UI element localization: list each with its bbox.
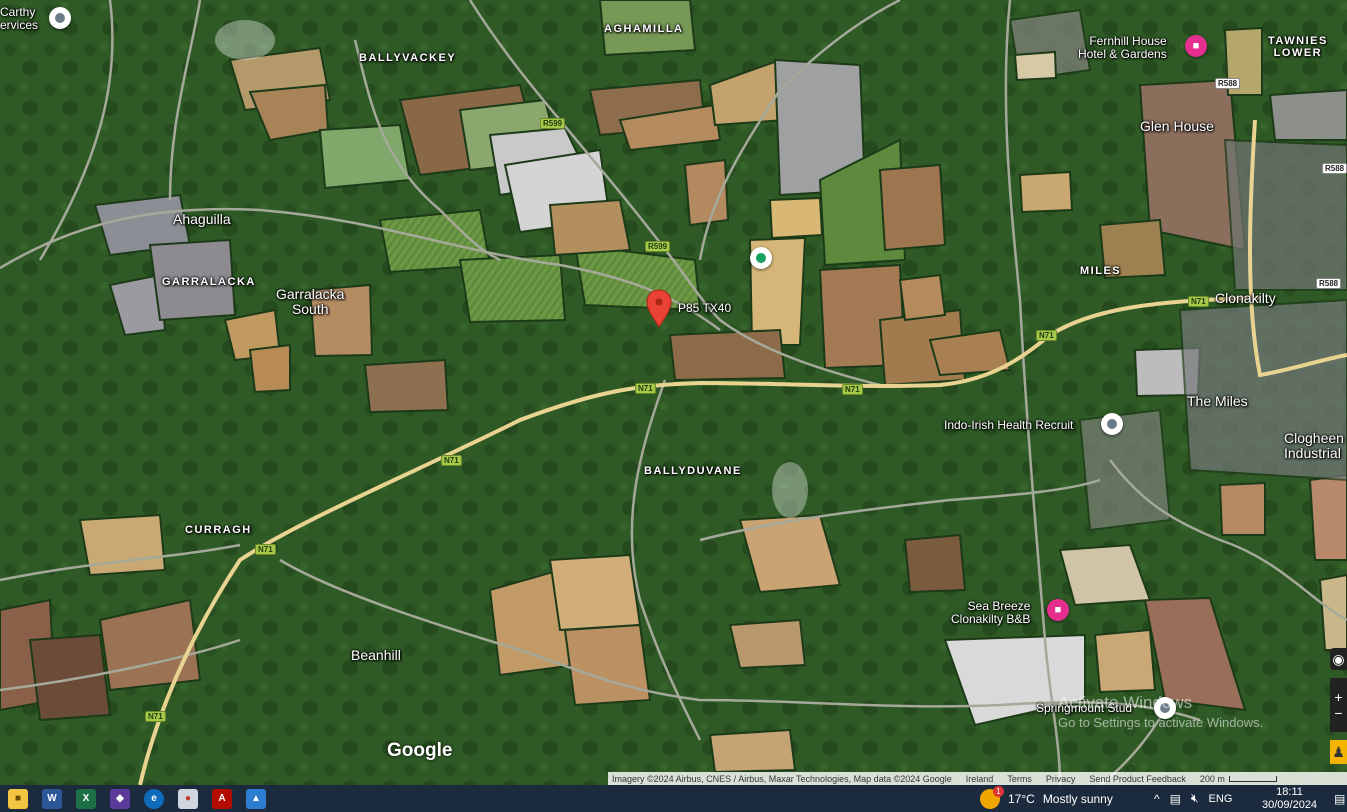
feedback-link[interactable]: Send Product Feedback: [1089, 774, 1186, 784]
region-link[interactable]: Ireland: [966, 774, 994, 784]
poi-label-indo-irish[interactable]: Indo-Irish Health Recruit: [944, 419, 1073, 432]
zoom-controls[interactable]: + −: [1330, 678, 1347, 732]
road-shield: N71: [441, 455, 462, 466]
network-icon[interactable]: ▤: [1170, 792, 1181, 806]
weather-temp: 17°C: [1008, 791, 1035, 806]
hotel-icon[interactable]: ■: [1047, 599, 1069, 621]
road-shield: R588: [1316, 278, 1342, 289]
poi-label-sea-breeze[interactable]: Sea Breeze Clonakilty B&B: [951, 600, 1030, 625]
road-shield: R599: [540, 118, 566, 129]
town-label-glen-house: Glen House: [1140, 118, 1214, 134]
clock-time: 18:11: [1276, 785, 1303, 798]
volume-muted-icon[interactable]: 🔇︎: [1191, 791, 1199, 806]
system-tray[interactable]: ^ ▤ 🔇︎ ENG: [1154, 785, 1232, 812]
road-shield: N71: [1036, 330, 1057, 341]
map-attribution-bar: Imagery ©2024 Airbus, CNES / Airbus, Max…: [608, 772, 1347, 785]
pin-label[interactable]: P85 TX40: [678, 302, 731, 315]
activate-windows-watermark: Activate Windows Go to Settings to activ…: [1058, 693, 1263, 733]
road-shield: N71: [842, 384, 863, 395]
poi-label-carthy-services: Carthy ervices: [0, 5, 39, 32]
chevron-up-icon[interactable]: ^: [1154, 792, 1160, 806]
area-label-tawnies-lower: TAWNIES LOWER: [1268, 35, 1328, 59]
notifications-icon[interactable]: ▤: [1334, 785, 1345, 812]
hotel-icon[interactable]: ■: [1185, 35, 1207, 57]
excel-icon[interactable]: X: [76, 788, 96, 809]
road-shield: R599: [645, 241, 671, 252]
area-label-ballyduvane: BALLYDUVANE: [644, 465, 742, 477]
place-marker-icon[interactable]: [1101, 413, 1123, 435]
zoom-out-icon[interactable]: −: [1334, 705, 1342, 721]
scale-bar: [1228, 775, 1277, 782]
word-icon[interactable]: W: [42, 788, 62, 809]
area-label-aghamilla: AGHAMILLA: [604, 23, 684, 35]
area-label-ballyvackey: BALLYVACKEY: [359, 52, 457, 64]
town-label-clogheen-industrial: Clogheen Industrial: [1284, 430, 1344, 461]
clock-date: 30/09/2024: [1262, 798, 1318, 811]
town-label-the-miles: The Miles: [1187, 393, 1248, 409]
photos-icon[interactable]: ▲: [246, 788, 266, 809]
area-label-garralacka: GARRALACKA: [162, 276, 256, 288]
area-label-curragh: CURRAGH: [185, 524, 252, 536]
clock[interactable]: 18:11 30/09/2024: [1262, 785, 1317, 812]
area-label-miles: MILES: [1080, 265, 1122, 277]
visual-studio-icon[interactable]: ◆: [110, 788, 130, 809]
paint-icon[interactable]: ●: [178, 788, 198, 809]
road-shield: N71: [145, 711, 166, 722]
windows-taskbar: ■ W X ◆ e ● A ▲ 1 17°C Mostly sunny ^ ▤ …: [0, 785, 1347, 812]
poi-label-fernhill-house[interactable]: Fernhill House Hotel & Gardens: [1078, 35, 1167, 60]
town-label-clonakilty: Clonakilty: [1215, 290, 1276, 306]
weather-widget[interactable]: 1 17°C Mostly sunny: [980, 785, 1113, 812]
watermark-subtitle: Go to Settings to activate Windows.: [1058, 715, 1264, 730]
notification-badge: 1: [993, 785, 1004, 797]
terms-link[interactable]: Terms: [1007, 774, 1032, 784]
layers-icon[interactable]: ◉: [1330, 648, 1347, 670]
place-marker-icon[interactable]: [49, 7, 71, 29]
privacy-link[interactable]: Privacy: [1046, 774, 1076, 784]
sun-icon: 1: [980, 785, 1004, 809]
edge-icon[interactable]: e: [144, 788, 164, 809]
road-shield: N71: [635, 383, 656, 394]
acrobat-icon[interactable]: A: [212, 788, 232, 809]
scale-label[interactable]: 200 m: [1200, 774, 1225, 784]
road-shield: N71: [1188, 296, 1209, 307]
satellite-map[interactable]: AGHAMILLA BALLYVACKEY GARRALACKA MILES B…: [0, 0, 1347, 785]
road-shield: N71: [255, 544, 276, 555]
google-logo: Google: [387, 740, 453, 761]
town-label-beanhill: Beanhill: [351, 647, 401, 663]
town-label-garralacka-south: Garralacka South: [276, 286, 345, 317]
file-explorer-icon[interactable]: ■: [8, 788, 28, 809]
weather-desc: Mostly sunny: [1042, 791, 1113, 806]
language-indicator[interactable]: ENG: [1209, 793, 1233, 805]
road-shield: R588: [1322, 163, 1347, 174]
road-shield: R588: [1215, 78, 1241, 89]
green-place-marker-icon[interactable]: [750, 247, 772, 269]
town-label-ahaguilla: Ahaguilla: [173, 211, 231, 227]
watermark-title: Activate Windows: [1058, 693, 1193, 712]
imagery-credit: Imagery ©2024 Airbus, CNES / Airbus, Max…: [612, 773, 952, 784]
zoom-in-icon[interactable]: +: [1334, 689, 1342, 705]
pegman-icon[interactable]: ♟: [1330, 740, 1347, 764]
